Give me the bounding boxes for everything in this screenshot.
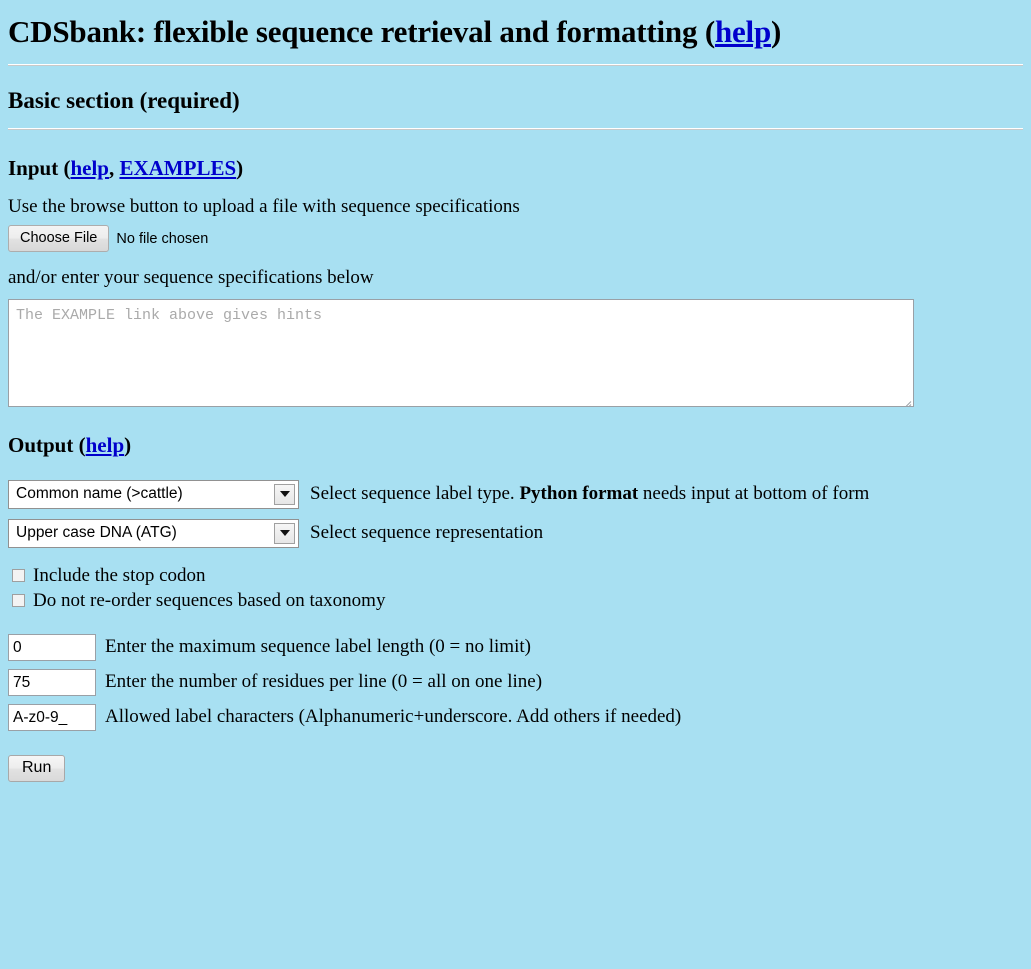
text-input-group: 0 Enter the maximum sequence label lengt… [8,633,1023,731]
checkbox-label-no-reorder: Do not re-order sequences based on taxon… [33,589,386,611]
sequence-representation-select[interactable]: Upper case DNA (ATG) [8,518,299,548]
output-heading-text: Output ( [8,432,86,457]
output-section-heading: Output (help) [8,433,1023,458]
textarea-instruction-text: and/or enter your sequence specification… [8,267,374,289]
allowed-characters-label: Allowed label characters (Alphanumeric+u… [105,706,682,728]
page-title-suffix: ) [771,14,782,49]
input-heading-text: Input ( [8,156,71,181]
page-title-text: CDSbank: flexible sequence retrieval and… [8,14,715,49]
browse-instruction-text: Use the browse button to upload a file w… [8,196,520,218]
run-button[interactable]: Run [8,754,66,782]
checkbox-label-stop-codon: Include the stop codon [33,564,206,586]
checkbox-no-reorder[interactable] [12,594,25,608]
label-type-desc-bold: Python format [519,483,639,505]
title-help-link[interactable]: help [715,14,771,49]
label-type-desc-after: needs input at bottom of form [638,483,870,505]
checkbox-stop-codon[interactable] [12,569,25,583]
basic-section-heading: Basic section (required) [8,88,240,114]
label-type-desc-before: Select sequence label type. [310,483,520,505]
max-label-length-row: 0 Enter the maximum sequence label lengt… [8,633,1023,661]
input-section-heading: Input (help, EXAMPLES) [8,156,1023,181]
max-label-length-input[interactable]: 0 [8,633,96,661]
file-status-label: No file chosen [116,230,209,247]
sequence-specifications-textarea[interactable]: The EXAMPLE link above gives hints [8,298,914,407]
max-label-length-label: Enter the maximum sequence label length … [105,636,531,658]
chevron-down-icon[interactable] [274,483,295,505]
residues-per-line-input[interactable]: 75 [8,668,96,696]
input-help-link[interactable]: help [70,156,109,180]
divider-basic-section [8,128,1023,131]
sequence-label-type-description: Select sequence label type. Python forma… [310,483,869,505]
output-heading-suffix: ) [124,432,132,457]
divider-top [8,64,1023,67]
checkbox-row-no-reorder[interactable]: Do not re-order sequences based on taxon… [8,590,1023,612]
sequence-textarea-placeholder: The EXAMPLE link above gives hints [16,306,323,324]
residues-per-line-label: Enter the number of residues per line (0… [105,671,543,693]
output-help-link[interactable]: help [86,433,125,457]
page-container: CDSbank: flexible sequence retrieval and… [0,13,1031,794]
input-heading-separator: , [108,156,120,181]
sequence-representation-value: Upper case DNA (ATG) [16,524,177,542]
allowed-characters-input[interactable]: A-z0-9_ [8,703,96,731]
resize-handle-icon[interactable] [899,392,912,406]
choose-file-button[interactable]: Choose File [8,224,110,253]
allowed-characters-row: A-z0-9_ Allowed label characters (Alphan… [8,703,1023,731]
sequence-label-type-value: Common name (>cattle) [16,485,183,503]
sequence-label-type-select[interactable]: Common name (>cattle) [8,479,299,509]
representation-row: Upper case DNA (ATG) Select sequence rep… [8,518,1023,548]
label-type-row: Common name (>cattle) Select sequence la… [8,479,1023,509]
checkbox-row-stop-codon[interactable]: Include the stop codon [8,565,1023,587]
chevron-down-icon[interactable] [274,522,295,544]
run-button-wrap: Run [8,754,1023,794]
file-upload-row: Choose File No file chosen [8,224,1023,253]
page-title: CDSbank: flexible sequence retrieval and… [8,13,1023,50]
residues-per-line-row: 75 Enter the number of residues per line… [8,668,1023,696]
input-examples-link[interactable]: EXAMPLES [119,156,236,180]
input-heading-suffix: ) [236,156,244,181]
checkbox-group: Include the stop codon Do not re-order s… [8,565,1023,612]
sequence-representation-description: Select sequence representation [310,522,544,544]
